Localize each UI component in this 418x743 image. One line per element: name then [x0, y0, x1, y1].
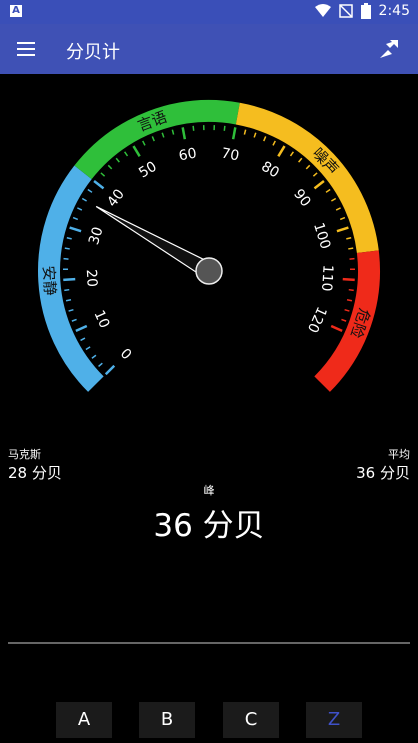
gauge-minor-tick — [223, 125, 226, 131]
app-notification-icon: A — [10, 5, 22, 17]
menu-button[interactable] — [12, 36, 40, 62]
gauge-minor-tick — [98, 362, 103, 368]
gauge-major-tick — [231, 127, 237, 140]
gauge-minor-tick — [161, 132, 165, 138]
gauge-minor-tick — [341, 318, 347, 322]
gauge-major-tick — [132, 145, 141, 157]
gauge-minor-tick — [171, 129, 175, 135]
wifi-icon — [314, 4, 331, 17]
weighting-c-button[interactable]: C — [223, 702, 279, 738]
gauge-major-tick — [313, 179, 325, 190]
gauge-minor-tick — [289, 151, 294, 157]
gauge-minor-tick — [192, 125, 195, 131]
gauge-minor-tick — [151, 136, 155, 142]
gauge-minor-tick — [80, 337, 86, 342]
gauge-tick-label: 0 — [117, 346, 135, 364]
gauge-minor-tick — [115, 157, 120, 163]
weighting-a-button[interactable]: A — [56, 702, 112, 738]
gauge-tick-label: 70 — [220, 145, 240, 164]
gauge-tick-label: 60 — [178, 145, 198, 164]
gauge-minor-tick — [348, 288, 354, 292]
fullscreen-icon[interactable] — [374, 34, 404, 64]
gauge-minor-tick — [64, 288, 70, 292]
gauge-minor-tick — [77, 207, 83, 211]
gauge-minor-tick — [305, 164, 311, 170]
gauge-major-tick — [93, 179, 105, 190]
gauge-minor-tick — [64, 247, 70, 250]
avg-value: 36 分贝 — [356, 464, 410, 482]
gauge-minor-tick — [107, 164, 113, 170]
gauge-minor-tick — [298, 157, 303, 163]
weighting-z-button[interactable]: Z — [306, 702, 362, 738]
peak-label: 峰 — [203, 484, 215, 497]
gauge-minor-tick — [85, 346, 91, 351]
gauge-major-tick — [181, 127, 187, 140]
gauge-major-tick — [277, 145, 286, 157]
gauge-minor-tick — [142, 140, 146, 146]
gauge-needle — [95, 205, 214, 279]
page-title: 分贝计 — [66, 42, 120, 63]
gauge-minor-tick — [68, 308, 74, 312]
battery-icon — [360, 3, 371, 19]
gauge-minor-tick — [66, 237, 72, 240]
gauge-zone-label: 安静 — [39, 265, 59, 296]
weighting-b-button[interactable]: B — [139, 702, 195, 738]
avg-label: 平均 — [388, 448, 410, 461]
app-bar: 分贝计 — [0, 24, 418, 74]
gauge-minor-tick — [87, 188, 93, 193]
gauge-tick-label: 30 — [86, 225, 107, 247]
gauge-minor-tick — [91, 354, 97, 359]
max-label: 马克斯 — [8, 448, 41, 461]
gauge-tick-label: 90 — [290, 186, 314, 210]
gauge-minor-tick — [65, 299, 72, 302]
gauge-minor-tick — [344, 308, 350, 312]
gauge-minor-tick — [243, 129, 247, 135]
gauge-minor-tick — [71, 318, 77, 322]
gauge-minor-tick — [335, 207, 341, 211]
gauge-tick-label: 110 — [318, 264, 336, 292]
peak-value: 36 分贝 — [153, 508, 265, 544]
gauge-tick-label: 80 — [258, 159, 282, 182]
gauge-major-tick — [330, 324, 343, 333]
gauge-minor-tick — [346, 299, 353, 302]
menu-icon — [17, 42, 35, 44]
gauge-minor-tick — [81, 197, 87, 202]
gauge-major-tick — [336, 226, 349, 233]
gauge-tick-label: 120 — [304, 304, 330, 335]
gauge-minor-tick — [253, 132, 257, 138]
gauge-zone-label: 危险 — [347, 306, 374, 340]
gauge-major-tick — [63, 277, 76, 282]
gauge-minor-tick — [348, 247, 354, 250]
gauge-tick-label: 40 — [104, 186, 128, 210]
gauge-hub — [195, 257, 223, 285]
gauge-major-tick — [104, 364, 116, 376]
gauge-major-tick — [69, 226, 82, 233]
gauge-tick-label: 100 — [310, 221, 333, 251]
gauge-minor-tick — [100, 172, 106, 177]
decibel-gauge: 安静言语噪声危险0102030405060 708090100110120 — [38, 100, 380, 392]
gauge-major-tick — [75, 324, 88, 333]
gauge-minor-tick — [72, 216, 79, 221]
status-time: 2:45 — [378, 3, 410, 19]
status-bar: A 2:45 — [0, 0, 418, 24]
divider — [8, 642, 410, 644]
gauge-zone-label: 言语 — [135, 108, 169, 135]
max-value: 28 分贝 — [8, 464, 62, 482]
gauge-minor-tick — [263, 136, 267, 142]
gauge-minor-tick — [331, 197, 337, 202]
gauge-minor-tick — [346, 237, 352, 240]
gauge-tick-label: 50 — [136, 159, 160, 182]
gauge-minor-tick — [325, 188, 331, 193]
gauge-minor-tick — [272, 140, 276, 146]
no-signal-icon — [338, 4, 353, 18]
gauge-minor-tick — [312, 172, 318, 177]
gauge-zone-2 — [235, 102, 379, 254]
gauge-minor-tick — [339, 216, 346, 221]
gauge-major-tick — [342, 277, 355, 282]
gauge-tick-label: 10 — [90, 308, 112, 331]
gauge-tick-label: 20 — [83, 269, 100, 288]
gauge-minor-tick — [124, 151, 129, 157]
